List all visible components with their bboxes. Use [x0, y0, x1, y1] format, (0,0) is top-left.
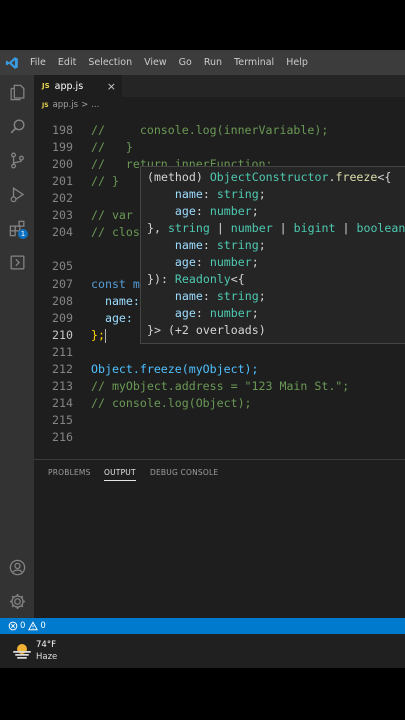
menu-terminal[interactable]: Terminal — [228, 57, 280, 68]
hover-line-signature: (method) ObjectConstructor.freeze<{ — [147, 170, 392, 184]
hover-line-name: name: string; — [174, 289, 266, 303]
menubar: File Edit Selection View Go Run Terminal… — [0, 50, 405, 75]
error-count: 0 — [20, 621, 26, 631]
taskbar: 74°F Haze — [0, 634, 405, 668]
run-debug-icon[interactable] — [0, 177, 34, 211]
tab-label: app.js — [54, 80, 84, 92]
hover-line-age: age: number; — [174, 204, 259, 218]
vscode-logo-icon — [0, 50, 24, 75]
breadcrumb-rest[interactable]: ... — [91, 100, 99, 110]
weather-condition[interactable]: Haze — [36, 652, 57, 662]
menu-selection[interactable]: Selection — [82, 57, 138, 68]
hover-line-name: name: string; — [174, 187, 266, 201]
extensions-icon[interactable]: 1 — [0, 211, 34, 245]
hover-tooltip: (method) ObjectConstructor.freeze<{ name… — [140, 166, 405, 344]
code-line: 212 Object.freeze(myObject); — [52, 362, 259, 376]
breadcrumb: JS app.js > ... — [34, 97, 405, 113]
remote-icon[interactable] — [0, 245, 34, 279]
code-line: 199// } — [52, 140, 133, 154]
js-file-icon: JS — [42, 82, 50, 90]
bottom-panel: PROBLEMS OUTPUT DEBUG CONSOLE — [34, 460, 405, 618]
tab-output[interactable]: OUTPUT — [104, 468, 136, 481]
code-line: 216 — [52, 430, 73, 444]
hover-line-name: name: string; — [174, 238, 266, 252]
js-file-icon: JS — [42, 101, 49, 109]
panel-divider — [34, 452, 405, 460]
menu-view[interactable]: View — [138, 57, 173, 68]
menu-edit[interactable]: Edit — [52, 57, 82, 68]
hover-line-age: age: number; — [174, 255, 259, 269]
menu-run[interactable]: Run — [198, 57, 228, 68]
menu-go[interactable]: Go — [173, 57, 198, 68]
error-icon — [8, 621, 18, 631]
editor-tab-bar: JS app.js × — [34, 75, 405, 97]
tab-app-js[interactable]: JS app.js × — [34, 75, 122, 97]
code-line: 215 — [52, 413, 73, 427]
hover-line-age: age: number; — [174, 306, 259, 320]
weather-temperature[interactable]: 74°F — [36, 640, 56, 650]
breadcrumb-separator: > — [81, 100, 89, 110]
hover-line-union: }, string | number | bigint | boolean — [147, 221, 405, 235]
search-icon[interactable] — [0, 109, 34, 143]
warning-icon — [28, 621, 39, 631]
close-tab-icon[interactable]: × — [107, 80, 116, 93]
activity-bar: 1 — [0, 75, 34, 618]
warning-count: 0 — [40, 621, 46, 631]
code-line: 214// console.log(Object); — [52, 396, 252, 410]
code-line: 200// return innerFunction; — [52, 157, 273, 171]
top-letterbox — [0, 0, 405, 50]
account-icon[interactable] — [0, 550, 34, 584]
status-bar: 0 0 — [0, 618, 405, 634]
tab-debug-console[interactable]: DEBUG CONSOLE — [150, 468, 218, 477]
extensions-badge: 1 — [18, 229, 28, 239]
hover-line-overloads: }> (+2 overloads) — [147, 323, 266, 337]
menu-help[interactable]: Help — [280, 57, 314, 68]
haze-weather-icon[interactable] — [12, 642, 32, 660]
menu-file[interactable]: File — [24, 57, 52, 68]
bottom-letterbox — [0, 668, 405, 720]
source-control-icon[interactable] — [0, 143, 34, 177]
explorer-icon[interactable] — [0, 75, 34, 109]
problems-status[interactable]: 0 0 — [8, 621, 46, 631]
settings-gear-icon[interactable] — [0, 584, 34, 618]
hover-line-readonly: }): Readonly<{ — [147, 272, 245, 286]
tab-problems[interactable]: PROBLEMS — [48, 468, 91, 477]
code-line: 213// myObject.address = "123 Main St."; — [52, 379, 350, 393]
code-line: 198// console.log(innerVariable); — [52, 123, 329, 137]
breadcrumb-file[interactable]: app.js — [53, 100, 79, 110]
